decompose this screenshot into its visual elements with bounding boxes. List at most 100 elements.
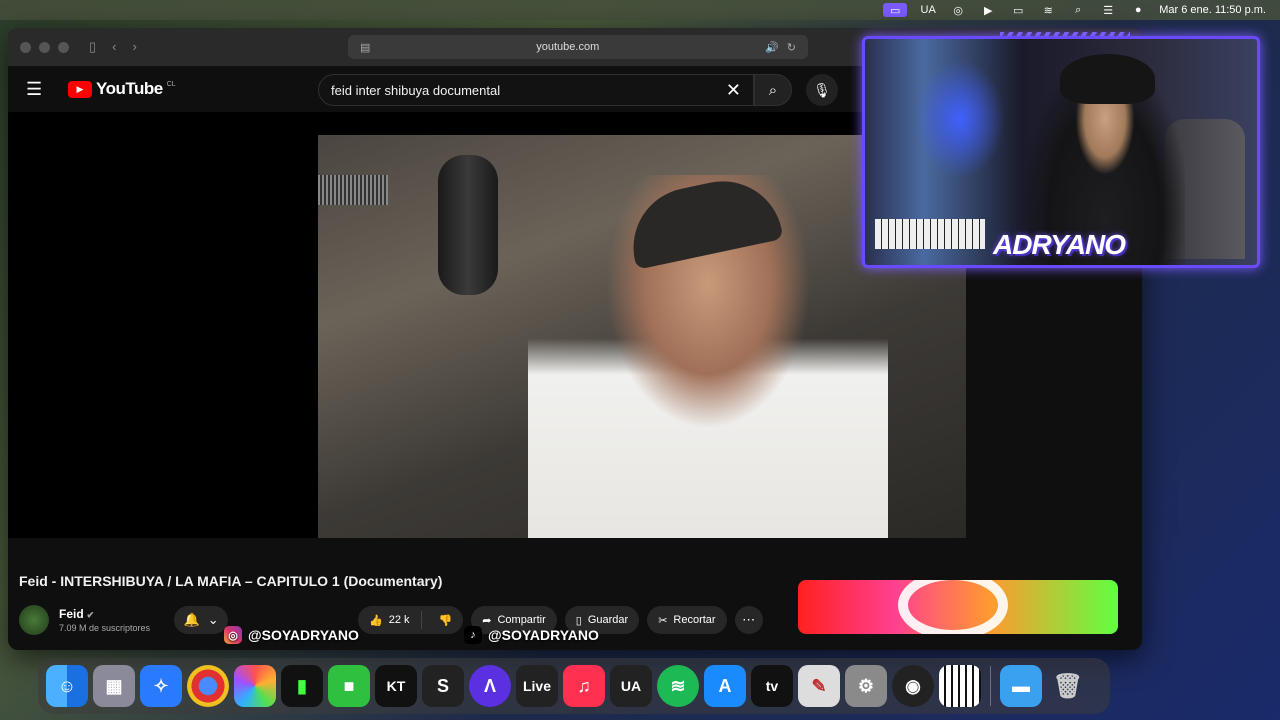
url-text[interactable]: youtube.com [374, 41, 761, 53]
folder-icon[interactable]: ▬ [1000, 665, 1042, 707]
scissors-icon: ✂ [658, 614, 668, 627]
share-icon: ➦ [482, 614, 492, 627]
address-bar[interactable]: ▤ youtube.com 🔊 ↻ [348, 35, 808, 59]
channel-info: Feid ✔ 7.09 M de suscriptores [59, 607, 150, 633]
ua-app-icon[interactable]: UA [610, 665, 652, 707]
led-light-graphic [915, 59, 1005, 179]
sidebar-toggle-icon[interactable]: ▯ [89, 39, 96, 55]
instagram-handle-text: @SOYADRYANO [248, 627, 359, 643]
subscriber-count: 7.09 M de suscriptores [59, 623, 151, 633]
instagram-icon: ◎ [224, 626, 242, 644]
instagram-handle: ◎ @SOYADRYANO [224, 626, 359, 644]
input-source-label[interactable]: UA [919, 3, 937, 17]
bell-icon: 🔔 [183, 612, 200, 627]
like-count: 22 k [388, 614, 410, 626]
accessibility-icon[interactable]: ◎ [949, 3, 967, 17]
like-button[interactable]: 👍 22 k [358, 611, 422, 629]
piano-app-icon[interactable] [939, 665, 981, 707]
channel-name[interactable]: Feid [59, 607, 84, 621]
tiktok-handle-text: @SOYADRYANO [488, 627, 599, 643]
audio-playing-icon[interactable]: 🔊 [765, 41, 779, 54]
back-arrow-icon[interactable]: ‹ [112, 39, 116, 55]
mic-grill-graphic [318, 175, 388, 205]
bookmark-icon: ▯ [575, 614, 582, 627]
zoom-window-button[interactable] [58, 41, 69, 53]
spotify-icon[interactable]: ≋ [657, 665, 699, 707]
photos-icon[interactable] [234, 665, 276, 707]
youtube-play-icon: ▶ [68, 80, 92, 98]
channel-avatar[interactable] [19, 605, 49, 635]
search-query[interactable]: feid inter shibuya documental [331, 83, 726, 98]
obs-icon[interactable]: ◉ [892, 665, 934, 707]
save-label: Guardar [587, 614, 629, 626]
more-horizontal-icon: ⋯ [742, 612, 756, 627]
aura-app-icon[interactable]: Λ [469, 665, 511, 707]
s-app-icon[interactable]: S [422, 665, 464, 707]
verified-icon: ✔ [86, 610, 95, 620]
forward-arrow-icon[interactable]: › [133, 39, 137, 55]
voice-search-button[interactable]: 🎙 [806, 74, 838, 106]
video-player[interactable] [8, 112, 966, 538]
clip-button[interactable]: ✂ Recortar [647, 606, 727, 634]
safari-icon[interactable]: ✧ [140, 665, 182, 707]
studio-microphone-graphic [438, 155, 498, 295]
siri-icon[interactable]: ● [1129, 3, 1147, 17]
wifi-icon[interactable]: ≋ [1039, 3, 1057, 17]
clear-search-icon[interactable]: ✕ [726, 80, 741, 101]
stats-icon[interactable]: ▮ [281, 665, 323, 707]
menubar-status-area: ▭ UA ◎ ▶ ▭ ≋ ⌕ ☰ ● Mar 6 ene. 11:50 p.m. [883, 3, 1266, 17]
system-settings-icon[interactable]: ⚙ [845, 665, 887, 707]
tiktok-handle: ♪ @SOYADRYANO [464, 626, 599, 644]
ableton-live-icon[interactable]: Live [516, 665, 558, 707]
trash-icon[interactable]: 🗑 [1047, 665, 1089, 707]
dislike-button[interactable]: 👎 [428, 614, 464, 627]
menu-icon[interactable]: ☰ [26, 79, 62, 100]
subscribed-notifications-button[interactable]: 🔔 ⌄ [174, 606, 229, 634]
channel-name-wrap[interactable]: Feid ✔ [59, 607, 150, 621]
control-center-icon[interactable]: ☰ [1099, 3, 1117, 17]
window-controls [20, 41, 69, 53]
search-input[interactable]: feid inter shibuya documental ✕ [318, 74, 754, 106]
facetime-icon[interactable]: ■ [328, 665, 370, 707]
dock-separator [990, 666, 991, 706]
chevron-down-icon: ⌄ [207, 612, 219, 627]
webcam-overlay: ADRYANO [862, 36, 1260, 268]
finder-icon[interactable]: ☺ [46, 665, 88, 707]
youtube-logo-text: YouTube [96, 79, 163, 98]
streamer-name-logo: ADRYANO [993, 229, 1126, 260]
menubar-clock[interactable]: Mar 6 ene. 11:50 p.m. [1159, 4, 1266, 16]
search-button[interactable]: ⌕ [754, 74, 792, 106]
menubar: ▭ UA ◎ ▶ ▭ ≋ ⌕ ☰ ● Mar 6 ene. 11:50 p.m. [0, 0, 1280, 20]
music-icon[interactable]: ♫ [563, 665, 605, 707]
region-code: CL [166, 81, 176, 88]
notes-icon[interactable]: ✎ [798, 665, 840, 707]
tiktok-icon: ♪ [464, 626, 482, 644]
video-title: Feid - INTERSHIBUYA / LA MAFIA – CAPITUL… [19, 573, 443, 589]
youtube-logo[interactable]: ▶ YouTube CL [68, 79, 176, 99]
macos-dock: ☺ ▦ ✧ ▮ ■ KT S Λ Live ♫ UA ≋ A tv ✎ ⚙ ◉ … [38, 658, 1110, 714]
sidebar-ad-thumbnail[interactable] [798, 580, 1118, 634]
channel-action-row: Feid ✔ 7.09 M de suscriptores 🔔 ⌄ 👍 22 k … [19, 600, 789, 640]
app-store-icon[interactable]: A [704, 665, 746, 707]
apple-tv-icon[interactable]: tv [751, 665, 793, 707]
launchpad-icon[interactable]: ▦ [93, 665, 135, 707]
search-icon: ⌕ [768, 81, 778, 99]
minimize-window-button[interactable] [39, 41, 50, 53]
streamer-hair-graphic [1060, 54, 1155, 104]
share-label: Compartir [497, 614, 546, 626]
screen-record-icon[interactable]: ▭ [883, 3, 908, 17]
reader-icon[interactable]: ▤ [360, 41, 370, 54]
now-playing-icon[interactable]: ▶ [979, 3, 997, 17]
browser-nav-controls: ▯ ‹ › [89, 39, 137, 55]
kt-app-icon[interactable]: KT [375, 665, 417, 707]
more-actions-button[interactable]: ⋯ [734, 606, 763, 634]
thumbs-up-icon: 👍 [369, 614, 383, 627]
microphone-icon: 🎙 [813, 81, 831, 98]
reload-icon[interactable]: ↻ [787, 41, 796, 54]
battery-icon[interactable]: ▭ [1009, 3, 1027, 17]
thumbs-down-icon: 👎 [438, 614, 453, 627]
close-window-button[interactable] [20, 41, 31, 53]
keyboard-graphic [875, 219, 985, 249]
chrome-icon[interactable] [187, 665, 229, 707]
spotlight-search-icon[interactable]: ⌕ [1069, 3, 1087, 17]
